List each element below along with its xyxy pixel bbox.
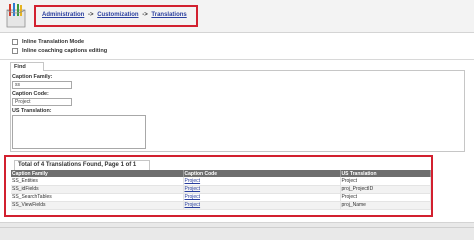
caption-code-label: Caption Code: [12, 91, 49, 97]
divider [0, 59, 474, 60]
caption-code-input[interactable]: Project [12, 98, 72, 106]
us-translation-textarea[interactable] [12, 115, 146, 149]
inline-translation-mode-label: Inline Translation Mode [22, 39, 85, 45]
inline-translation-mode-checkbox[interactable] [12, 39, 18, 45]
us-translation-label: US Translation: [12, 108, 52, 114]
breadcrumb-highlight-box [34, 5, 198, 27]
footer-bar [0, 222, 474, 240]
caption-family-input[interactable]: ss [12, 81, 72, 89]
translation-logo-icon [6, 3, 26, 28]
footer-divider [0, 227, 474, 228]
caption-family-label: Caption Family: [12, 74, 53, 80]
find-tab[interactable]: Find [10, 62, 44, 71]
results-highlight-box [4, 155, 433, 217]
inline-coaching-checkbox[interactable] [12, 48, 18, 54]
inline-coaching-label: Inline coaching captions editing [22, 48, 108, 54]
inline-translation-mode-option[interactable]: Inline Translation Mode [12, 39, 84, 45]
inline-coaching-option[interactable]: Inline coaching captions editing [12, 48, 107, 54]
